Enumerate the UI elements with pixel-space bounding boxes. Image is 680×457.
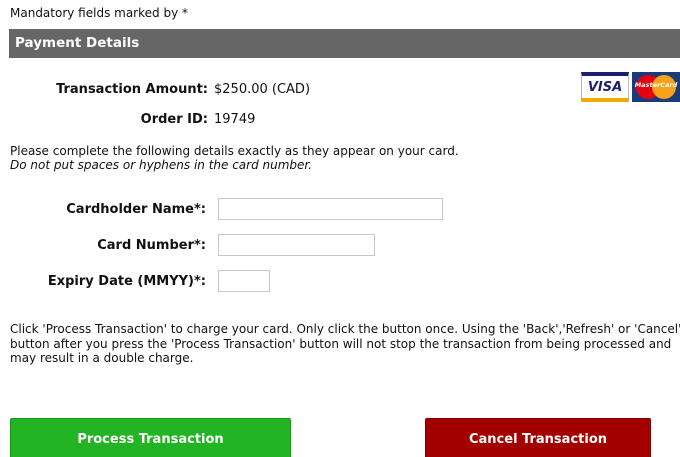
order-id-label: Order ID:	[140, 112, 208, 127]
card-number-label: Card Number*:	[97, 238, 206, 253]
cardholder-name-label: Cardholder Name*:	[66, 202, 206, 217]
mandatory-fields-note: Mandatory fields marked by *	[10, 6, 188, 20]
instructions-note: Do not put spaces or hyphens in the card…	[10, 158, 313, 172]
transaction-amount-value: $250.00 (CAD)	[214, 82, 311, 97]
cancel-transaction-button[interactable]: Cancel Transaction	[425, 418, 651, 457]
process-transaction-button[interactable]: Process Transaction	[10, 418, 291, 457]
visa-logo-icon: VISA	[581, 72, 629, 102]
card-instructions: Please complete the following details ex…	[10, 144, 459, 172]
accepted-cards: VISA MasterCard	[581, 72, 680, 102]
card-number-input[interactable]	[218, 234, 375, 256]
transaction-amount-label: Transaction Amount:	[56, 82, 208, 97]
double-charge-warning: Click 'Process Transaction' to charge yo…	[10, 322, 680, 365]
expiry-date-label: Expiry Date (MMYY)*:	[47, 274, 206, 289]
mastercard-logo-icon: MasterCard	[632, 72, 680, 102]
mastercard-logo-text: MasterCard	[634, 81, 678, 89]
instructions-line: Please complete the following details ex…	[10, 144, 459, 158]
payment-details-header: Payment Details	[9, 29, 680, 58]
cardholder-name-input[interactable]	[218, 198, 443, 220]
order-id-value: 19749	[214, 112, 256, 127]
expiry-date-input[interactable]	[218, 270, 270, 292]
